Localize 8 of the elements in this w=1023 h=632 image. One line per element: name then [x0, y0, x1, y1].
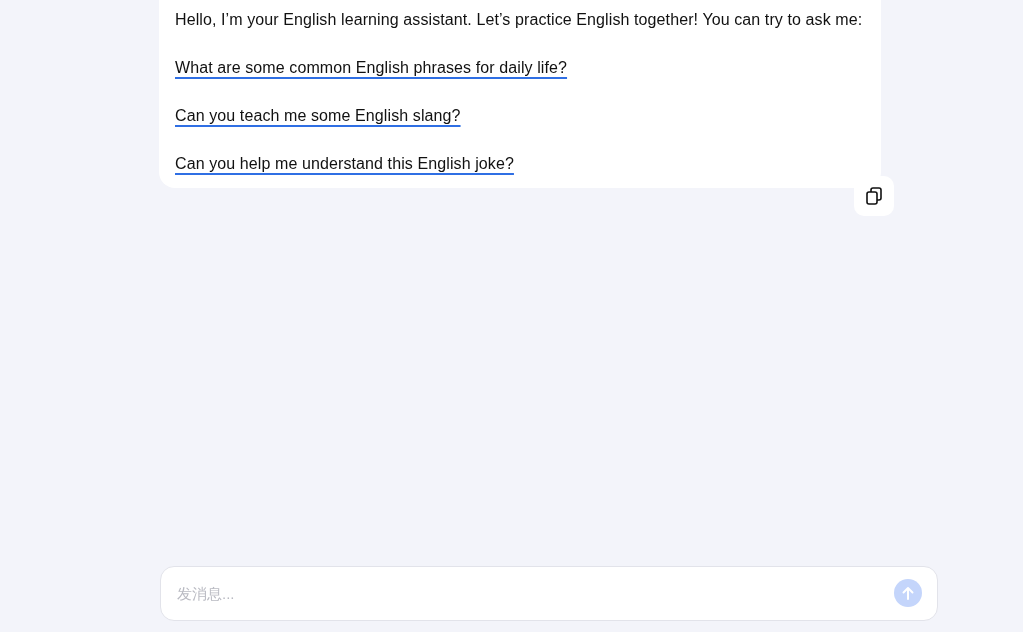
suggestion-link[interactable]: Can you help me understand this English joke?	[175, 155, 514, 172]
message-input[interactable]: 发消息...	[160, 566, 938, 621]
suggestion-link[interactable]: What are some common English phrases for daily life?	[175, 59, 568, 76]
suggestion-link[interactable]: Can you teach me some English slang?	[175, 107, 461, 124]
copy-icon	[866, 187, 882, 205]
copy-button[interactable]	[854, 176, 894, 216]
arrow-up-icon	[902, 586, 914, 600]
message-text: Hello, I’m your English learning assistant. Let’s practice English together! You can try to ask me:	[175, 10, 864, 30]
